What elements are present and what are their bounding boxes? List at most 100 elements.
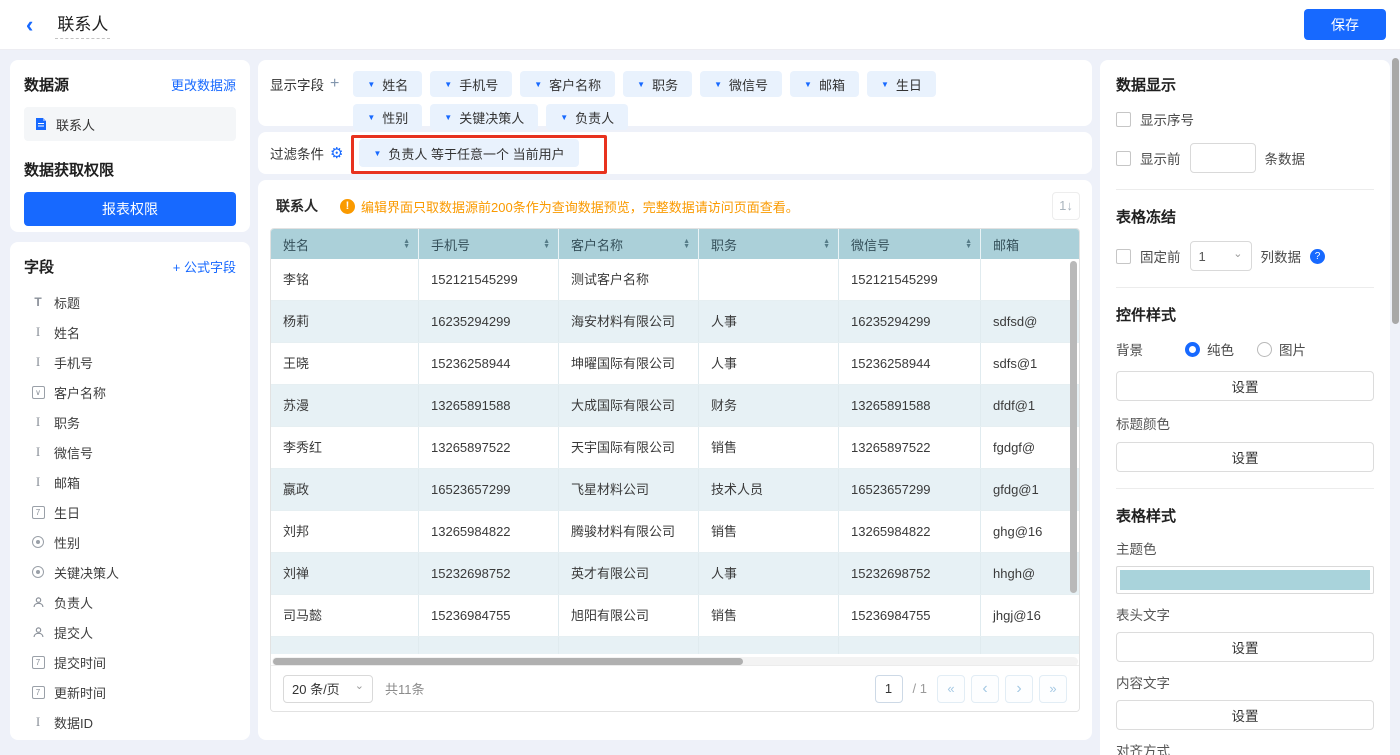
chevron-down-icon	[714, 80, 722, 89]
table-cell: 王晓	[271, 343, 419, 384]
column-header[interactable]: 姓名	[271, 229, 419, 259]
table-cell: jhgj@16	[981, 595, 1080, 636]
freeze-checkbox[interactable]	[1116, 249, 1131, 264]
field-item-label: 生日	[54, 503, 80, 522]
display-field-chip[interactable]: 手机号	[430, 71, 512, 97]
field-item[interactable]: 7生日	[24, 497, 236, 527]
chevron-down-icon	[444, 80, 452, 89]
radio-icon	[32, 536, 44, 548]
change-datasource-link[interactable]: 更改数据源	[171, 75, 236, 94]
filter-settings-gear-icon[interactable]	[330, 144, 343, 162]
table-cell: 15236984755	[419, 595, 559, 636]
table-cell: 杨莉	[271, 301, 419, 342]
table-cell: 李秀红	[271, 427, 419, 468]
show-first-count-input[interactable]	[1190, 143, 1256, 173]
next-page-button[interactable]	[1005, 675, 1033, 703]
display-field-chip[interactable]: 客户名称	[520, 71, 615, 97]
field-item[interactable]: I姓名	[24, 317, 236, 347]
top-bar: 联系人 保存	[0, 0, 1400, 50]
field-item[interactable]: T标题	[24, 287, 236, 317]
theme-color-swatch[interactable]	[1116, 566, 1374, 594]
report-permission-button[interactable]: 报表权限	[24, 192, 236, 226]
solid-color-radio[interactable]	[1185, 342, 1200, 357]
field-item[interactable]: 7提交时间	[24, 647, 236, 677]
field-item[interactable]: I邮箱	[24, 467, 236, 497]
column-header[interactable]: 客户名称	[559, 229, 699, 259]
display-fields-label: 显示字段	[270, 74, 324, 94]
date-icon: 7	[32, 656, 45, 669]
save-button[interactable]: 保存	[1304, 9, 1386, 40]
column-header[interactable]: 职务	[699, 229, 839, 259]
vertical-scrollbar-thumb[interactable]	[1070, 261, 1077, 593]
field-item-label: 提交人	[54, 623, 93, 642]
freeze-count-select[interactable]: 1	[1190, 241, 1252, 271]
display-field-chip[interactable]: 性别	[353, 104, 422, 130]
back-icon[interactable]	[26, 14, 33, 36]
show-first-checkbox[interactable]	[1116, 151, 1131, 166]
prev-page-button[interactable]	[971, 675, 999, 703]
field-item[interactable]: 性别	[24, 527, 236, 557]
text-icon: I	[30, 474, 46, 490]
field-item[interactable]: I手机号	[24, 347, 236, 377]
show-index-checkbox[interactable]	[1116, 112, 1131, 127]
show-index-label: 显示序号	[1140, 109, 1194, 129]
content-text-label: 内容文字	[1116, 672, 1374, 692]
table-row-partial	[271, 637, 1080, 654]
display-field-chip[interactable]: 邮箱	[790, 71, 859, 97]
table-cell	[981, 637, 1080, 654]
row-order-icon[interactable]	[1052, 192, 1080, 220]
page-scrollbar-thumb[interactable]	[1392, 58, 1399, 324]
background-set-button[interactable]: 设置	[1116, 371, 1374, 401]
display-field-chip[interactable]: 生日	[867, 71, 936, 97]
first-page-button[interactable]	[937, 675, 965, 703]
text-icon: I	[30, 714, 46, 730]
datasource-item[interactable]: 联系人	[24, 107, 236, 141]
total-count: 共11条	[385, 679, 425, 698]
display-field-chip[interactable]: 姓名	[353, 71, 422, 97]
current-page-box[interactable]: 1	[875, 675, 903, 703]
image-radio[interactable]	[1257, 342, 1272, 357]
display-field-chip[interactable]: 职务	[623, 71, 692, 97]
field-item[interactable]: 关键决策人	[24, 557, 236, 587]
column-header[interactable]: 手机号	[419, 229, 559, 259]
table-cell: 152121545299	[419, 259, 559, 300]
page-size-select[interactable]: 20 条/页	[283, 675, 373, 703]
add-display-field-icon[interactable]	[330, 75, 339, 93]
table-row: 王晓15236258944坤曜国际有限公司人事15236258944sdfs@1	[271, 343, 1080, 385]
display-field-chip[interactable]: 微信号	[700, 71, 782, 97]
horizontal-scrollbar-thumb[interactable]	[273, 658, 743, 665]
column-header[interactable]: 微信号	[839, 229, 981, 259]
settings-panel: 数据显示 显示序号 显示前 条数据 表格冻结 固定前 1 列数据 控件样式 背景…	[1100, 60, 1390, 755]
column-header[interactable]: 邮箱	[981, 229, 1080, 259]
field-item[interactable]: 负责人	[24, 587, 236, 617]
table-cell: dfdf@1	[981, 385, 1080, 426]
filter-condition-chip[interactable]: 负责人 等于任意一个 当前用户	[359, 139, 578, 167]
content-text-set-button[interactable]: 设置	[1116, 700, 1374, 730]
chevron-down-icon	[534, 80, 542, 89]
text-icon: I	[30, 414, 46, 430]
table-cell	[419, 637, 559, 654]
last-page-button[interactable]	[1039, 675, 1067, 703]
display-field-chip[interactable]: 负责人	[546, 104, 628, 130]
display-field-chip-label: 姓名	[382, 75, 408, 94]
sort-icon	[683, 239, 690, 250]
show-first-row: 显示前 条数据	[1116, 143, 1374, 173]
title-color-set-button[interactable]: 设置	[1116, 442, 1374, 472]
table-row: 刘禅15232698752英才有限公司人事15232698752hhgh@	[271, 553, 1080, 595]
field-item[interactable]: I微信号	[24, 437, 236, 467]
field-item[interactable]: I数据ID	[24, 707, 236, 737]
help-icon[interactable]	[1310, 249, 1325, 264]
column-header-label: 邮箱	[993, 235, 1019, 254]
field-item[interactable]: 提交人	[24, 617, 236, 647]
table-cell: 财务	[699, 385, 839, 426]
text-icon: I	[30, 354, 46, 370]
field-item[interactable]: 7更新时间	[24, 677, 236, 707]
add-formula-field-link[interactable]: + 公式字段	[173, 257, 236, 276]
field-item[interactable]: ∨客户名称	[24, 377, 236, 407]
display-field-chip[interactable]: 关键决策人	[430, 104, 538, 130]
page-of-label: / 1	[913, 681, 927, 696]
table-cell: 人事	[699, 301, 839, 342]
field-item[interactable]: I职务	[24, 407, 236, 437]
table-cell	[559, 637, 699, 654]
header-text-set-button[interactable]: 设置	[1116, 632, 1374, 662]
